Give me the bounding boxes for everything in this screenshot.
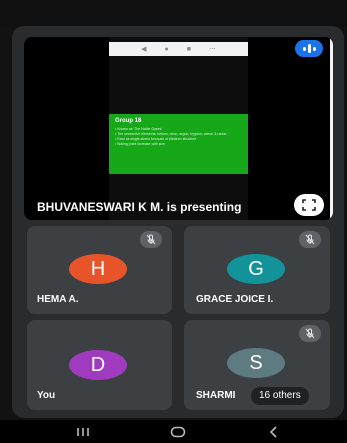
recents-button[interactable] (68, 420, 98, 443)
avatar: D (69, 350, 127, 380)
avatar-initial: G (248, 257, 264, 280)
home-button[interactable] (163, 420, 193, 443)
participant-name: HEMA A. (37, 294, 79, 305)
back-button[interactable] (259, 420, 289, 443)
square-icon: ■ (186, 45, 191, 53)
back-icon (269, 425, 277, 438)
participant-name: GRACE JOICE I. (196, 294, 274, 305)
participant-tile[interactable]: H HEMA A. (27, 226, 172, 314)
stop-icon: ● (164, 45, 169, 53)
mic-off-icon (140, 231, 162, 248)
mic-off-icon (299, 325, 321, 342)
navigation-bar (0, 420, 347, 443)
participant-name: You (37, 390, 56, 401)
slide-line: • Boiling point increase with size (115, 142, 165, 146)
slide: Group 18 • Known as 'The Noble Gases' • … (109, 114, 248, 174)
avatar: H (69, 254, 127, 284)
avatar-initial: H (90, 257, 106, 280)
avatar: S (227, 348, 285, 378)
avatar-initial: D (90, 353, 106, 376)
others-count-badge[interactable]: 16 others (251, 387, 309, 405)
shared-screen-topbar: ◀ ● ■ ⋯ (109, 42, 248, 56)
avatar-initial: S (249, 351, 263, 374)
participant-tile[interactable]: G GRACE JOICE I. (184, 226, 330, 314)
slide-divider (330, 37, 333, 220)
participant-name: SHARMI (196, 390, 236, 401)
slide-title: Group 18 (115, 118, 142, 124)
dots-icon: ⋯ (208, 46, 216, 53)
home-icon (170, 426, 186, 437)
recents-icon (77, 427, 89, 436)
presentation-tile[interactable]: ◀ ● ■ ⋯ Group 18 • Known as 'The Noble G… (24, 37, 333, 220)
fullscreen-button[interactable] (294, 194, 324, 216)
speaking-indicator-icon (295, 40, 323, 57)
fullscreen-icon (302, 199, 316, 211)
mic-off-icon (299, 231, 321, 248)
presenting-label: BHUVANESWARI K M. is presenting (37, 200, 242, 214)
shared-screen: ◀ ● ■ ⋯ Group 18 • Known as 'The Noble G… (109, 37, 333, 220)
status-bar (0, 0, 347, 26)
avatar: G (227, 254, 285, 284)
play-icon: ◀ (141, 46, 147, 53)
participant-tile[interactable]: D You (27, 320, 172, 410)
